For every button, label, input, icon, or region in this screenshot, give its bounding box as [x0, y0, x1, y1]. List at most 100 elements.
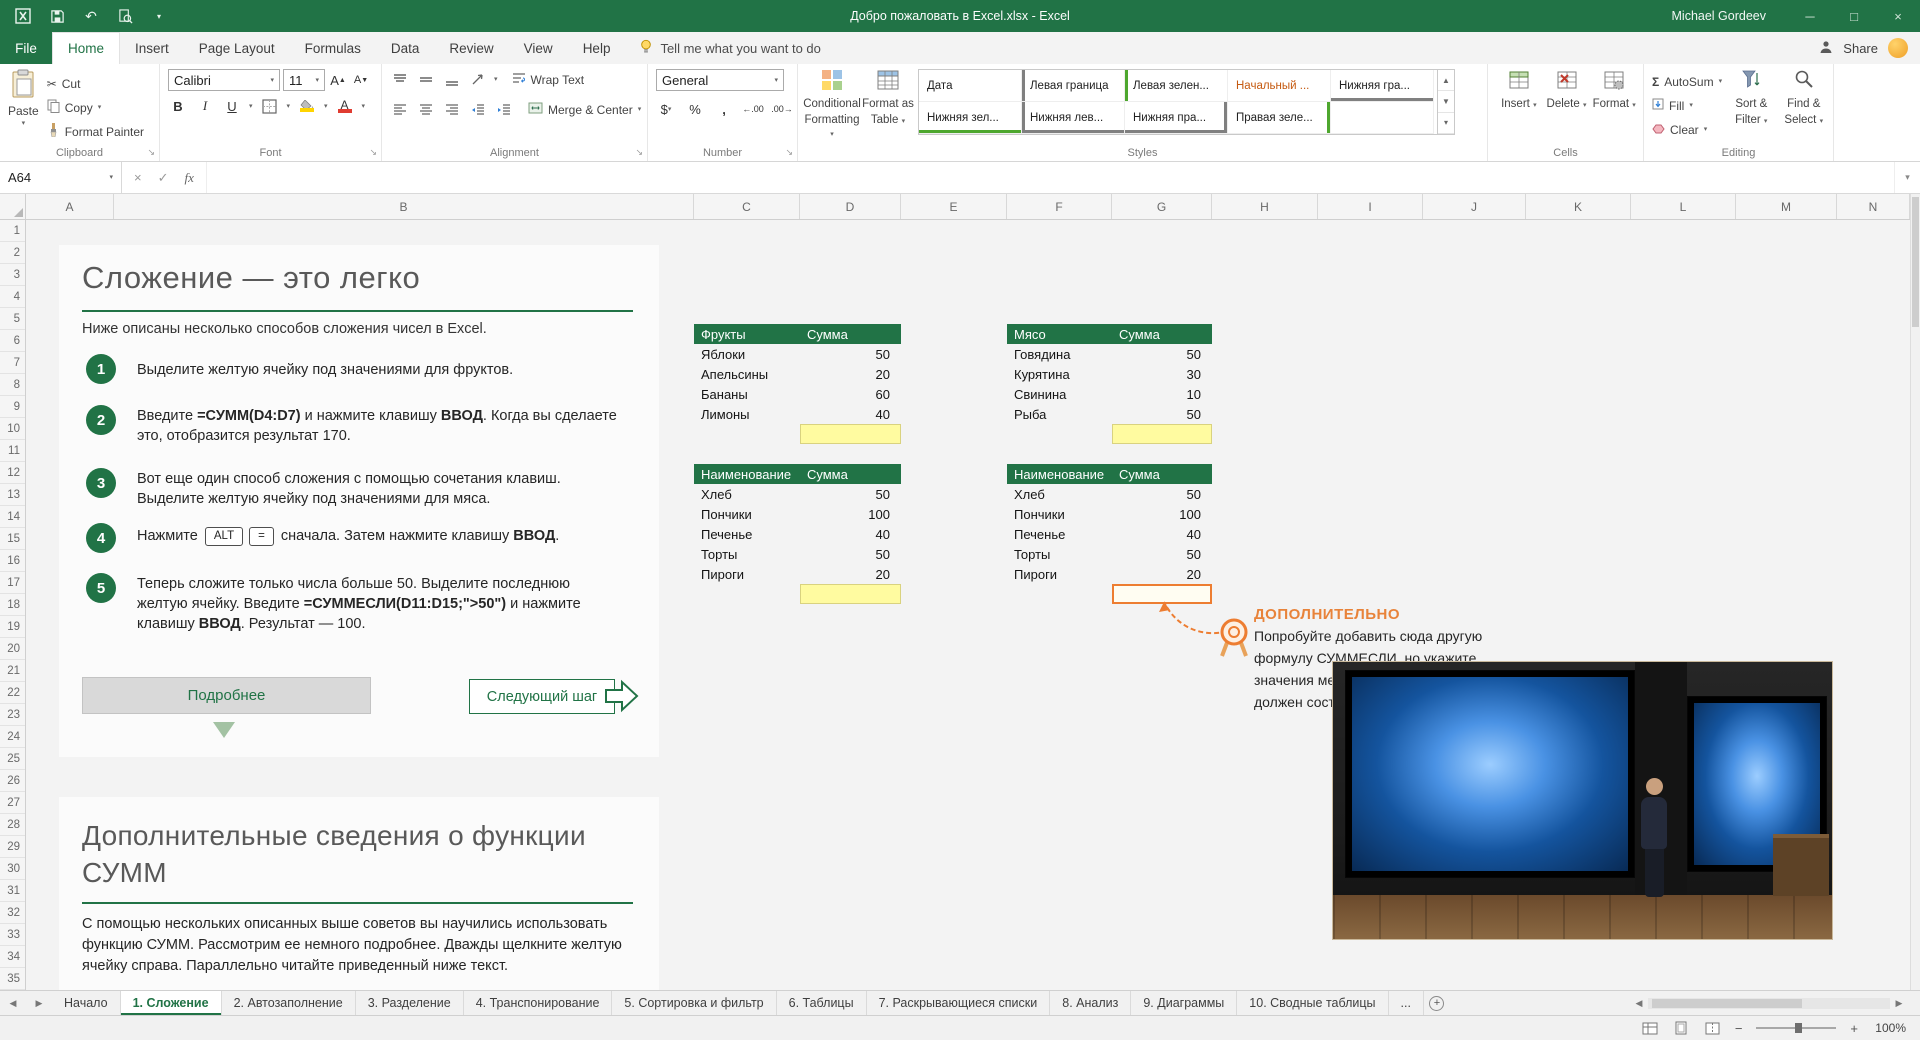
- column-header[interactable]: E: [901, 194, 1007, 219]
- cell-style-item[interactable]: Нижняя пра...: [1125, 102, 1228, 134]
- ribbon-tab[interactable]: View: [509, 32, 568, 64]
- expand-formula-bar-icon[interactable]: ▾: [1894, 162, 1920, 193]
- sheet-tab[interactable]: 5. Сортировка и фильтр: [612, 991, 776, 1015]
- table-row[interactable]: Пироги20: [694, 564, 901, 584]
- align-middle-icon[interactable]: [416, 70, 436, 90]
- cell-style-item[interactable]: Нижняя зел...: [919, 102, 1022, 134]
- font-size-combo[interactable]: 11▾: [283, 69, 325, 91]
- row-header[interactable]: 3: [0, 264, 25, 286]
- row-header[interactable]: 1: [0, 220, 25, 242]
- sheet-nav-left-icon[interactable]: ◀: [0, 991, 26, 1015]
- tell-me-box[interactable]: Tell me what you want to do: [639, 32, 820, 64]
- name-box-arrow-icon[interactable]: ▾: [109, 174, 113, 181]
- save-icon[interactable]: [48, 7, 66, 25]
- table-row[interactable]: Лимоны40: [694, 404, 901, 424]
- column-header[interactable]: L: [1631, 194, 1736, 219]
- table-row[interactable]: Печенье40: [694, 524, 901, 544]
- zoom-in-button[interactable]: +: [1850, 1021, 1858, 1036]
- table-row[interactable]: Свинина10: [1007, 384, 1212, 404]
- row-header[interactable]: 17: [0, 572, 25, 594]
- percent-style-button[interactable]: %: [685, 99, 705, 119]
- accounting-format-button[interactable]: $▾: [656, 99, 676, 119]
- cell-style-item[interactable]: Нижняя гра...: [1331, 70, 1434, 102]
- row-header[interactable]: 7: [0, 352, 25, 374]
- format-cells-button[interactable]: Format ▾: [1591, 69, 1637, 112]
- video-player[interactable]: [1332, 661, 1833, 940]
- enter-formula-icon[interactable]: ✓: [158, 170, 169, 186]
- table-row[interactable]: Пончики100: [1007, 504, 1212, 524]
- row-header[interactable]: 25: [0, 748, 25, 770]
- sheet-tab[interactable]: 2. Автозаполнение: [222, 991, 356, 1015]
- wrap-text-button[interactable]: Wrap Text: [512, 69, 585, 90]
- conditional-formatting-button[interactable]: Conditional Formatting ▾: [806, 69, 858, 141]
- cut-button[interactable]: ✂ Cut: [47, 73, 144, 94]
- sheet-tab[interactable]: 3. Разделение: [356, 991, 464, 1015]
- borders-button[interactable]: [260, 96, 280, 116]
- column-header[interactable]: A: [26, 194, 114, 219]
- increase-indent-icon[interactable]: [494, 100, 514, 120]
- table-row[interactable]: Курятина30: [1007, 364, 1212, 384]
- fill-button[interactable]: Fill▾: [1652, 95, 1722, 116]
- fill-color-button[interactable]: [297, 96, 317, 116]
- sort-filter-button[interactable]: Sort & Filter ▾: [1728, 69, 1774, 140]
- row-header[interactable]: 19: [0, 616, 25, 638]
- format-painter-button[interactable]: Format Painter: [47, 121, 144, 142]
- font-family-combo[interactable]: Calibri▾: [168, 69, 280, 91]
- table-row[interactable]: Печенье40: [1007, 524, 1212, 544]
- table-row[interactable]: Хлеб50: [1007, 484, 1212, 504]
- cell-style-item[interactable]: Дата: [919, 70, 1022, 102]
- table-row[interactable]: Яблоки50: [694, 344, 901, 364]
- row-header[interactable]: 4: [0, 286, 25, 308]
- table-row[interactable]: Бананы60: [694, 384, 901, 404]
- vertical-scrollbar-thumb[interactable]: [1912, 197, 1919, 327]
- select-all-corner[interactable]: [0, 194, 26, 219]
- row-header[interactable]: 10: [0, 418, 25, 440]
- align-right-icon[interactable]: [442, 100, 462, 120]
- hscroll-left-icon[interactable]: ◀: [1630, 998, 1648, 1009]
- row-header[interactable]: 27: [0, 792, 25, 814]
- meat-sum-input-cell[interactable]: [1112, 424, 1212, 444]
- signed-in-user[interactable]: Michael Gordeev: [1672, 9, 1767, 23]
- sheet-tab[interactable]: 10. Сводные таблицы: [1237, 991, 1388, 1015]
- cancel-formula-icon[interactable]: ×: [134, 170, 142, 185]
- vertical-scrollbar[interactable]: [1910, 194, 1920, 990]
- bold-button[interactable]: B: [168, 96, 188, 116]
- table-row[interactable]: Апельсины20: [694, 364, 901, 384]
- row-header[interactable]: 30: [0, 858, 25, 880]
- align-top-icon[interactable]: [390, 70, 410, 90]
- items1-sum-input-cell[interactable]: [800, 584, 901, 604]
- orientation-button[interactable]: [468, 70, 488, 90]
- shrink-font-button[interactable]: A▼: [351, 70, 371, 90]
- tab-file[interactable]: File: [0, 32, 52, 64]
- row-header[interactable]: 28: [0, 814, 25, 836]
- ribbon-tab[interactable]: Insert: [120, 32, 184, 64]
- font-dialog-launcher-icon[interactable]: ↘: [369, 148, 377, 157]
- row-header[interactable]: 23: [0, 704, 25, 726]
- undo-icon[interactable]: ↶: [82, 7, 100, 25]
- ribbon-tab[interactable]: Help: [568, 32, 626, 64]
- table-row[interactable]: Рыба50: [1007, 404, 1212, 424]
- sheet-tab[interactable]: 8. Анализ: [1050, 991, 1131, 1015]
- align-left-icon[interactable]: [390, 100, 410, 120]
- row-header[interactable]: 33: [0, 924, 25, 946]
- row-header[interactable]: 6: [0, 330, 25, 352]
- column-header[interactable]: D: [800, 194, 901, 219]
- sheet-tab[interactable]: 1. Сложение: [121, 991, 222, 1015]
- delete-cells-button[interactable]: Delete ▾: [1544, 69, 1590, 112]
- number-dialog-launcher-icon[interactable]: ↘: [785, 148, 793, 157]
- clear-button[interactable]: Clear▾: [1652, 119, 1722, 140]
- ribbon-tab[interactable]: Review: [434, 32, 508, 64]
- column-header[interactable]: I: [1318, 194, 1423, 219]
- next-step-button[interactable]: Следующий шаг: [469, 679, 615, 714]
- format-as-table-button[interactable]: Format as Table ▾: [862, 69, 914, 127]
- table-row[interactable]: Торты50: [1007, 544, 1212, 564]
- qat-customize-arrow-icon[interactable]: ▾: [150, 7, 168, 25]
- column-header[interactable]: J: [1423, 194, 1526, 219]
- underline-button[interactable]: U: [222, 96, 242, 116]
- comma-style-button[interactable]: ,: [714, 99, 734, 119]
- row-header[interactable]: 5: [0, 308, 25, 330]
- row-header[interactable]: 12: [0, 462, 25, 484]
- ribbon-tab[interactable]: Page Layout: [184, 32, 290, 64]
- sheet-tab[interactable]: 4. Транспонирование: [464, 991, 613, 1015]
- horizontal-scrollbar-thumb[interactable]: [1652, 999, 1802, 1008]
